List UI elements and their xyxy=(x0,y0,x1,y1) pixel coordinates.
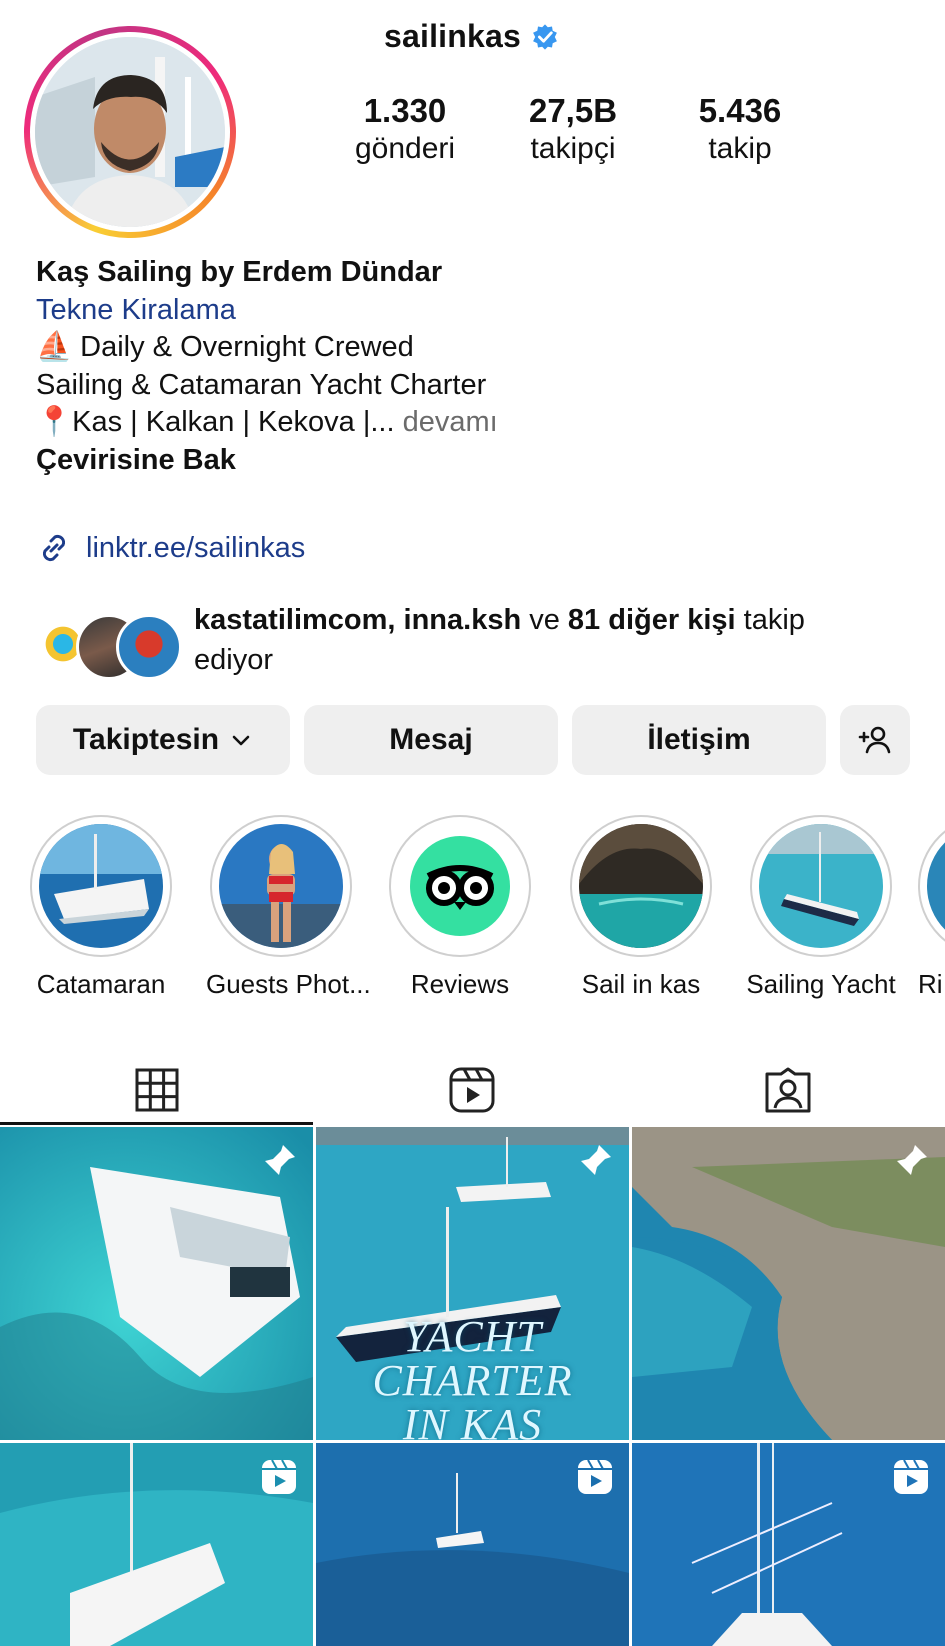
suggest-people-button[interactable] xyxy=(840,705,910,775)
stat-posts-value: 1.330 xyxy=(363,92,447,129)
highlight-thumbnail xyxy=(759,824,883,948)
contact-button-label: İletişim xyxy=(647,723,751,756)
chevron-down-icon xyxy=(232,735,250,746)
highlight-guests-photos[interactable]: Guests Phot... xyxy=(206,815,371,1000)
bio-link-text[interactable]: linktr.ee/sailinkas xyxy=(86,532,305,565)
highlight-thumbnail xyxy=(39,824,163,948)
highlight-partial[interactable]: Ri xyxy=(918,815,945,995)
stat-following[interactable]: 5.436 takip xyxy=(665,92,815,168)
stat-posts[interactable]: 1.330 gönderi xyxy=(330,92,480,168)
stat-posts-label: gönderi xyxy=(354,132,456,165)
post-caption-line-3: IN KAS xyxy=(402,1400,543,1441)
highlight-label: Guests Phot... xyxy=(206,969,371,999)
highlight-sail-in-kas[interactable]: Sail in kas xyxy=(566,815,716,1000)
contact-button[interactable]: İletişim xyxy=(572,705,826,775)
tripadvisor-icon xyxy=(398,824,522,948)
post-tile-5[interactable] xyxy=(316,1443,629,1646)
highlight-label: Sail in kas xyxy=(581,969,701,999)
bio-more-link[interactable]: devamı xyxy=(403,406,498,438)
post-tile-1[interactable] xyxy=(0,1127,313,1440)
highlight-thumbnail xyxy=(579,824,703,948)
bio-line-3: 📍Kas | Kalkan | Kekova |... devamı xyxy=(36,404,756,442)
post-caption-line-1: YACHT xyxy=(403,1312,542,1361)
follower-avatar-3 xyxy=(116,614,182,680)
tab-grid[interactable] xyxy=(117,1050,197,1130)
pin-icon: 📍 xyxy=(36,406,73,438)
bio-line-1: ⛵ Daily & Overnight Crewed xyxy=(36,329,756,367)
reel-icon xyxy=(894,1459,928,1494)
post-tile-4[interactable] xyxy=(0,1443,313,1646)
followed-by-text: kastatilimcom, inna.ksh ve 81 diğer kişi… xyxy=(194,600,874,680)
profile-name: Kaş Sailing by Erdem Dündar xyxy=(36,256,443,288)
reel-icon xyxy=(262,1459,296,1494)
profile-header: sailinkas xyxy=(384,18,559,55)
bio-line-1-text: Daily & Overnight Crewed xyxy=(80,331,414,363)
profile-category[interactable]: Tekne Kiralama xyxy=(36,292,756,330)
stat-followers[interactable]: 27,5B takipçi xyxy=(498,92,648,168)
sailboat-icon: ⛵ xyxy=(36,331,73,363)
followed-by[interactable]: kastatilimcom, inna.ksh ve 81 diğer kişi… xyxy=(36,600,896,690)
tab-reels[interactable] xyxy=(432,1050,512,1130)
highlight-label: Reviews xyxy=(410,969,510,999)
following-button-label: Takiptesin xyxy=(72,723,220,756)
pin-post-icon xyxy=(897,1145,927,1175)
stat-following-label: takip xyxy=(708,132,772,165)
tagged-icon xyxy=(765,1067,811,1113)
tab-active-indicator xyxy=(0,1122,313,1125)
bio: Kaş Sailing by Erdem Dündar Tekne Kirala… xyxy=(36,254,756,479)
highlight-label: Catamaran xyxy=(36,969,166,999)
pin-post-icon xyxy=(265,1145,295,1175)
followed-by-connector: ve xyxy=(521,604,568,636)
message-button-label: Mesaj xyxy=(389,723,473,756)
pin-post-icon xyxy=(581,1145,611,1175)
profile-avatar xyxy=(35,37,225,227)
highlight-label: Ri xyxy=(918,969,943,995)
highlight-catamaran[interactable]: Catamaran xyxy=(26,815,176,1000)
message-button[interactable]: Mesaj xyxy=(304,705,558,775)
username: sailinkas xyxy=(384,18,522,54)
reel-icon xyxy=(578,1459,612,1494)
stat-following-value: 5.436 xyxy=(698,92,782,129)
reels-icon xyxy=(449,1067,495,1113)
highlight-thumbnail xyxy=(219,824,343,948)
post-tile-2[interactable]: YACHT CHARTER IN KAS xyxy=(316,1127,629,1440)
bio-line-3-text: Kas | Kalkan | Kekova |... xyxy=(72,406,395,438)
add-person-icon xyxy=(858,726,891,754)
grid-icon xyxy=(135,1068,179,1112)
verified-badge-icon xyxy=(533,23,557,50)
tab-tagged[interactable] xyxy=(748,1050,828,1130)
highlight-sailing-yacht[interactable]: Sailing Yacht xyxy=(746,815,896,1000)
followed-by-users[interactable]: kastatilimcom, inna.ksh xyxy=(194,604,521,636)
highlight-reviews[interactable]: Reviews xyxy=(385,815,535,1000)
post-tile-6[interactable] xyxy=(632,1443,945,1646)
stat-followers-value: 27,5B xyxy=(528,92,618,129)
translate-link[interactable]: Çevirisine Bak xyxy=(36,442,756,480)
followed-by-others[interactable]: 81 diğer kişi xyxy=(568,604,736,636)
profile-avatar-ring[interactable] xyxy=(24,26,236,238)
stat-followers-label: takipçi xyxy=(530,132,616,165)
bio-line-2: Sailing & Catamaran Yacht Charter xyxy=(36,368,487,401)
bio-link[interactable]: linktr.ee/sailinkas xyxy=(36,530,305,566)
post-tile-3[interactable] xyxy=(632,1127,945,1440)
highlight-label: Sailing Yacht xyxy=(746,969,896,999)
post-caption-line-2: CHARTER xyxy=(372,1356,573,1405)
following-button[interactable]: Takiptesin xyxy=(36,705,290,775)
link-icon xyxy=(42,534,66,562)
